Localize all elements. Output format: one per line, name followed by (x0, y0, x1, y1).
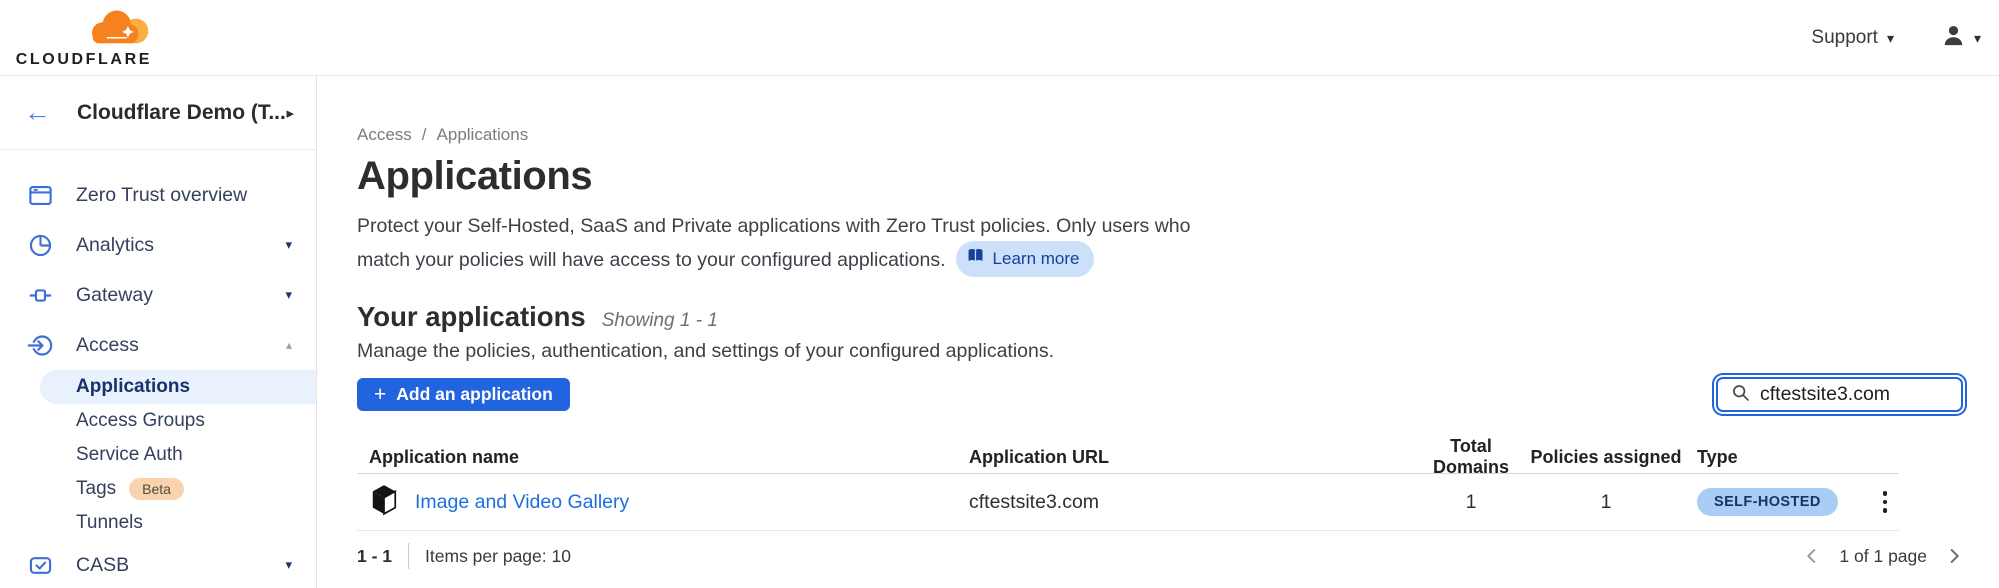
breadcrumb-applications[interactable]: Applications (437, 125, 529, 145)
plus-icon: + (374, 384, 386, 405)
showing-count: Showing 1 - 1 (602, 310, 718, 332)
sidebar-item-access-groups[interactable]: Access Groups (0, 404, 316, 438)
book-icon (966, 244, 985, 274)
applications-table: Application name Application URL Total D… (357, 436, 1899, 531)
breadcrumb-access[interactable]: Access (357, 125, 412, 145)
top-bar-right: Support ▾ ▾ (1811, 22, 1983, 54)
cloudflare-logo-text: CLOUDFLARE (16, 51, 152, 69)
chevron-down-icon: ▾ (285, 557, 292, 573)
application-url-cell: cftestsite3.com (969, 491, 1415, 514)
application-link[interactable]: Image and Video Gallery (415, 491, 629, 514)
casb-check-icon (27, 552, 55, 579)
column-header-application-name: Application name (357, 447, 969, 468)
self-hosted-badge: SELF-HOSTED (1697, 488, 1838, 516)
pagination-right: 1 of 1 page (1801, 545, 1965, 567)
chevron-down-icon: ▾ (285, 287, 292, 303)
back-arrow-icon[interactable]: ← (24, 99, 51, 126)
sidebar-item-label: Tunnels (76, 512, 143, 534)
support-label: Support (1811, 27, 1878, 49)
search-box[interactable] (1716, 377, 1963, 412)
sidebar-item-label: Access Groups (76, 410, 205, 432)
chevron-down-icon: ▾ (1887, 31, 1894, 45)
search-icon (1730, 382, 1751, 408)
results-range: 1 - 1 (357, 546, 392, 567)
page-title: Applications (357, 154, 1965, 199)
chevron-down-icon: ▾ (1974, 31, 1981, 45)
description-line-1: Protect your Self-Hosted, SaaS and Priva… (357, 215, 1190, 237)
app-cube-icon (369, 483, 399, 522)
chevron-up-icon: ▴ (286, 338, 292, 352)
section-title: Your applications (357, 301, 586, 333)
sidebar-item-label: Analytics (76, 234, 285, 257)
sidebar-item-label: Applications (76, 376, 190, 398)
table-header-row: Application name Application URL Total D… (357, 436, 1899, 474)
user-icon (1940, 22, 1967, 54)
account-name: Cloudflare Demo (T... (77, 101, 286, 125)
total-domains-cell: 1 (1415, 491, 1527, 514)
column-header-policies-assigned: Policies assigned (1527, 447, 1685, 468)
add-application-label: Add an application (396, 384, 553, 405)
sidebar-item-label: Zero Trust overview (76, 184, 292, 207)
sidebar-item-gateway[interactable]: Gateway ▾ (0, 270, 316, 320)
page-info: 1 of 1 page (1839, 546, 1927, 567)
sidebar-item-zero-trust-overview[interactable]: Zero Trust overview (0, 170, 316, 220)
pagination-divider (408, 543, 409, 569)
chevron-right-icon[interactable]: ▸ (286, 104, 294, 122)
sidebar-nav: Zero Trust overview Analytics ▾ (0, 150, 316, 588)
sidebar-item-label: Gateway (76, 284, 285, 307)
sidebar-item-casb[interactable]: CASB ▾ (0, 540, 316, 588)
sidebar-item-tunnels[interactable]: Tunnels (0, 506, 316, 540)
policies-assigned-cell: 1 (1527, 491, 1685, 514)
sidebar-item-tags[interactable]: Tags Beta (0, 472, 316, 506)
application-name-cell: Image and Video Gallery (357, 483, 969, 522)
learn-more-label: Learn more (993, 244, 1080, 274)
learn-more-button[interactable]: Learn more (956, 241, 1095, 277)
pagination: 1 - 1 Items per page: 10 1 of 1 page (357, 543, 1965, 569)
table-row: Image and Video Gallery cftestsite3.com … (357, 474, 1899, 531)
sidebar-item-service-auth[interactable]: Service Auth (0, 438, 316, 472)
description-line-2: match your policies will have access to … (357, 249, 946, 271)
sidebar-item-label: Service Auth (76, 444, 183, 466)
pagination-left: 1 - 1 Items per page: 10 (357, 543, 571, 569)
row-actions-kebab-icon[interactable] (1871, 485, 1900, 519)
cloudflare-logo[interactable]: CLOUDFLARE (20, 7, 152, 69)
section-subtitle: Manage the policies, authentication, and… (357, 340, 1965, 363)
zero-trust-dashboard: CLOUDFLARE Support ▾ ▾ ← C (0, 0, 1999, 588)
sidebar-item-label: Tags (76, 478, 116, 500)
body-wrap: ← Cloudflare Demo (T... ▸ Zero Trust ove… (0, 76, 1999, 588)
search-input[interactable] (1760, 383, 1949, 406)
add-application-button[interactable]: + Add an application (357, 378, 570, 411)
sidebar-item-analytics[interactable]: Analytics ▾ (0, 220, 316, 270)
chevron-left-icon[interactable] (1801, 545, 1823, 567)
sidebar-item-label: Access (76, 334, 286, 357)
sidebar: ← Cloudflare Demo (T... ▸ Zero Trust ove… (0, 76, 317, 588)
pie-chart-icon (27, 232, 55, 259)
access-subnav: Applications Access Groups Service Auth … (0, 370, 316, 540)
gateway-icon (27, 282, 55, 309)
section-head: Your applications Showing 1 - 1 (357, 301, 1965, 333)
cloudflare-cloud-icon (84, 7, 152, 50)
support-dropdown[interactable]: Support ▾ (1811, 27, 1894, 49)
breadcrumb-separator: / (422, 125, 427, 145)
sidebar-item-applications[interactable]: Applications (40, 370, 316, 404)
window-icon (27, 182, 55, 209)
access-login-icon (27, 332, 55, 359)
chevron-right-icon[interactable] (1943, 545, 1965, 567)
beta-badge: Beta (129, 478, 184, 500)
chevron-down-icon: ▾ (285, 237, 292, 253)
top-bar: CLOUDFLARE Support ▾ ▾ (0, 0, 1999, 76)
items-per-page[interactable]: Items per page: 10 (425, 546, 571, 567)
type-cell: SELF-HOSTED (1685, 488, 1851, 516)
sidebar-item-label: CASB (76, 554, 285, 577)
toolbar: + Add an application (357, 377, 1965, 412)
user-menu[interactable]: ▾ (1940, 22, 1981, 54)
breadcrumb: Access / Applications (357, 125, 1965, 145)
column-header-type: Type (1685, 447, 1851, 468)
sidebar-item-access[interactable]: Access ▴ (0, 320, 316, 370)
main-content: Access / Applications Applications Prote… (317, 76, 1999, 588)
account-selector[interactable]: ← Cloudflare Demo (T... ▸ (0, 76, 316, 150)
column-header-total-domains: Total Domains (1415, 436, 1527, 478)
page-description: Protect your Self-Hosted, SaaS and Priva… (357, 211, 1965, 277)
column-header-application-url: Application URL (969, 447, 1415, 468)
